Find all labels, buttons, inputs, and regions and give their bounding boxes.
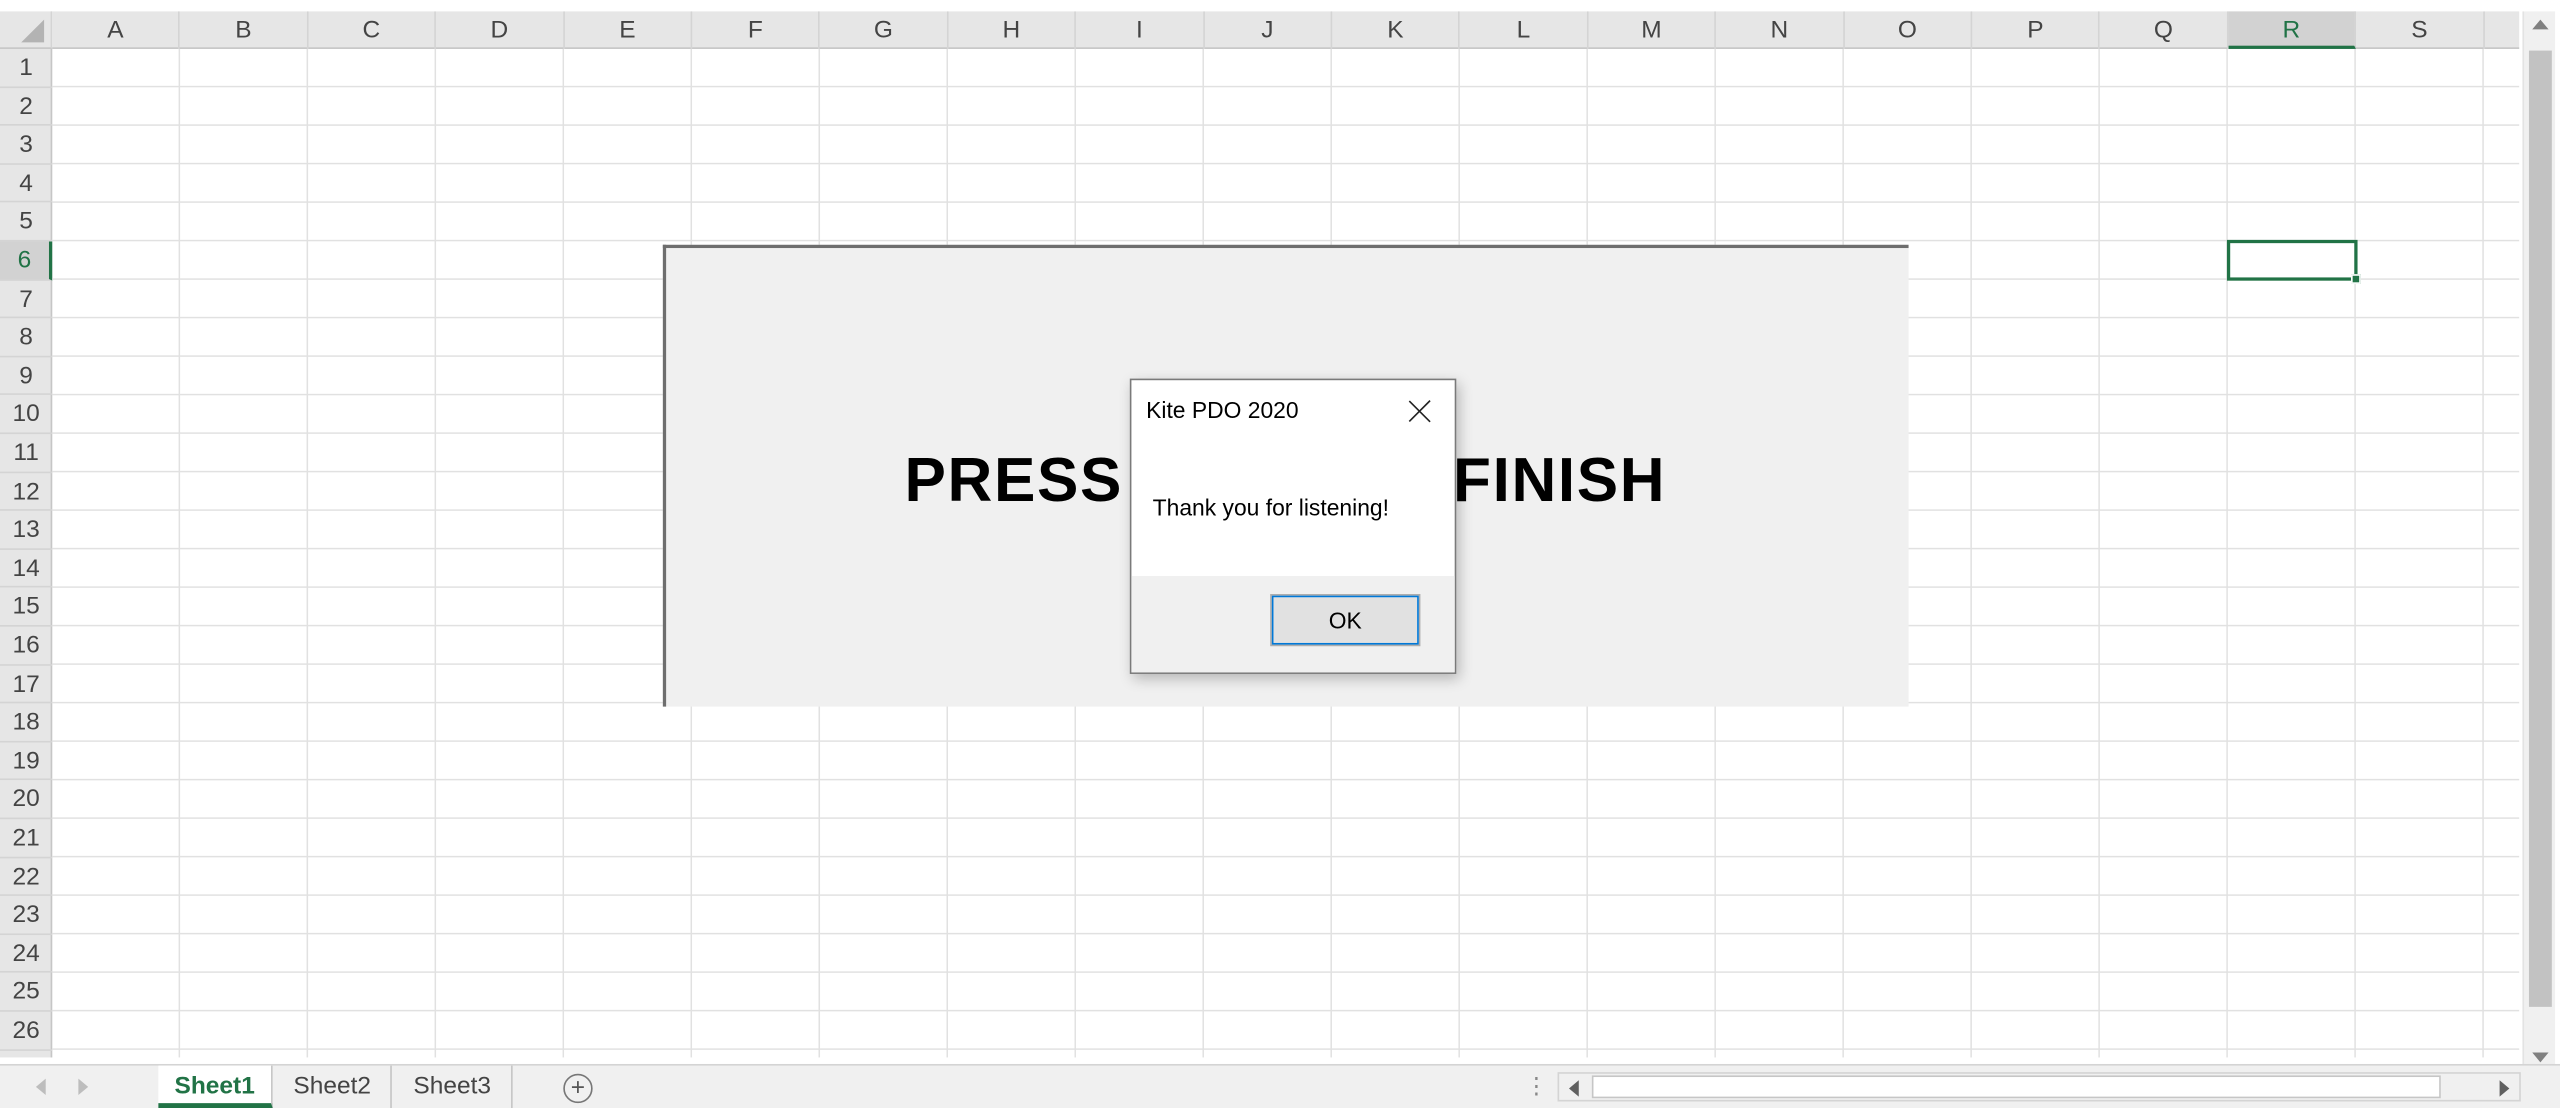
shape-text-press: PRESS xyxy=(904,447,1123,516)
close-icon[interactable] xyxy=(1402,393,1438,429)
shape-text-finish: FINISH xyxy=(1453,447,1667,516)
column-header-b[interactable]: B xyxy=(180,11,309,49)
row-header-16[interactable]: 16 xyxy=(0,627,53,666)
column-header-m[interactable]: M xyxy=(1588,11,1717,49)
row-header-2[interactable]: 2 xyxy=(0,87,53,126)
row-header-3[interactable]: 3 xyxy=(0,126,53,165)
selected-cell-r6[interactable] xyxy=(2226,239,2361,284)
select-all-corner[interactable] xyxy=(0,11,53,49)
row-header-7[interactable]: 7 xyxy=(0,280,53,319)
tab-splitter-handle[interactable]: ⋮ xyxy=(1525,1072,1548,1100)
column-header-f[interactable]: F xyxy=(692,11,821,49)
ok-button[interactable]: OK xyxy=(1270,594,1421,647)
row-header-5[interactable]: 5 xyxy=(0,203,53,242)
next-sheet-arrow-icon[interactable] xyxy=(78,1078,89,1095)
horizontal-scrollbar[interactable] xyxy=(1557,1072,2521,1102)
scroll-right-arrow-icon[interactable] xyxy=(2499,1080,2510,1097)
column-header-d[interactable]: D xyxy=(436,11,565,49)
row-header-19[interactable]: 19 xyxy=(0,742,53,781)
column-headers: ABCDEFGHIJKLMNOPQRS xyxy=(52,11,2520,49)
dialog-footer: OK xyxy=(1131,576,1455,673)
row-header-26[interactable]: 26 xyxy=(0,1012,53,1051)
row-header-6[interactable]: 6 xyxy=(0,241,53,281)
column-header-l[interactable]: L xyxy=(1460,11,1589,49)
column-header-e[interactable]: E xyxy=(564,11,693,49)
row-header-18[interactable]: 18 xyxy=(0,704,53,743)
row-header-10[interactable]: 10 xyxy=(0,396,53,435)
column-header-j[interactable]: J xyxy=(1204,11,1333,49)
column-header-q[interactable]: Q xyxy=(2100,11,2229,49)
column-header-h[interactable]: H xyxy=(948,11,1077,49)
row-header-13[interactable]: 13 xyxy=(0,511,53,550)
column-header-s[interactable]: S xyxy=(2356,11,2485,49)
column-header-r[interactable]: R xyxy=(2228,11,2357,49)
column-header-o[interactable]: O xyxy=(1844,11,1973,49)
row-header-9[interactable]: 9 xyxy=(0,357,53,396)
vertical-scroll-thumb[interactable] xyxy=(2528,50,2552,1007)
sheet-tab-sheet3[interactable]: Sheet3 xyxy=(393,1065,513,1108)
row-header-1[interactable]: 1 xyxy=(0,49,53,88)
row-header-12[interactable]: 12 xyxy=(0,473,53,512)
row-header-21[interactable]: 21 xyxy=(0,819,53,858)
column-header-a[interactable]: A xyxy=(52,11,181,49)
sheet-tab-sheet1[interactable]: Sheet1 xyxy=(158,1065,273,1108)
row-header-24[interactable]: 24 xyxy=(0,935,53,974)
column-header-n[interactable]: N xyxy=(1716,11,1845,49)
scroll-down-arrow-icon[interactable] xyxy=(2532,1052,2549,1063)
row-header-25[interactable]: 25 xyxy=(0,973,53,1012)
scroll-up-arrow-icon[interactable] xyxy=(2532,19,2549,30)
fill-handle[interactable] xyxy=(2351,274,2361,284)
column-header-i[interactable]: I xyxy=(1076,11,1205,49)
prev-sheet-arrow-icon[interactable] xyxy=(35,1078,46,1095)
message-box-dialog: Kite PDO 2020 Thank you for listening! O… xyxy=(1129,378,1457,674)
dialog-message: Thank you for listening! xyxy=(1152,494,1389,521)
column-header-k[interactable]: K xyxy=(1332,11,1461,49)
row-header-20[interactable]: 20 xyxy=(0,781,53,820)
dialog-title: Kite PDO 2020 xyxy=(1146,396,1299,423)
row-headers: 1 2 3 4 5 6 7 8 9 10 11 12 13 14 15 16 17 18 19 20 21 22 23 24 2… xyxy=(0,48,53,1058)
row-header-11[interactable]: 11 xyxy=(0,434,53,473)
horizontal-scroll-thumb[interactable] xyxy=(1591,1075,2441,1099)
scroll-left-arrow-icon[interactable] xyxy=(1568,1080,1579,1097)
row-header-4[interactable]: 4 xyxy=(0,164,53,203)
row-header-8[interactable]: 8 xyxy=(0,319,53,358)
add-sheet-icon[interactable]: + xyxy=(563,1073,593,1104)
column-header-c[interactable]: C xyxy=(308,11,437,49)
column-header-g[interactable]: G xyxy=(820,11,949,49)
vertical-scrollbar[interactable] xyxy=(2522,11,2556,1071)
row-header-15[interactable]: 15 xyxy=(0,588,53,627)
sheet-tab-bar: Sheet1 Sheet2 Sheet3 + ⋮ xyxy=(0,1063,2560,1108)
row-header-23[interactable]: 23 xyxy=(0,896,53,935)
row-header-14[interactable]: 14 xyxy=(0,550,53,589)
sheet-tab-sheet2[interactable]: Sheet2 xyxy=(274,1065,392,1108)
row-header-17[interactable]: 17 xyxy=(0,665,53,704)
excel-window: ABCDEFGHIJKLMNOPQRS 1 2 3 4 5 6 7 8 9 10 11 12 13 14 1… xyxy=(0,0,2560,1108)
row-header-22[interactable]: 22 xyxy=(0,858,53,897)
column-header-p[interactable]: P xyxy=(1972,11,2101,49)
